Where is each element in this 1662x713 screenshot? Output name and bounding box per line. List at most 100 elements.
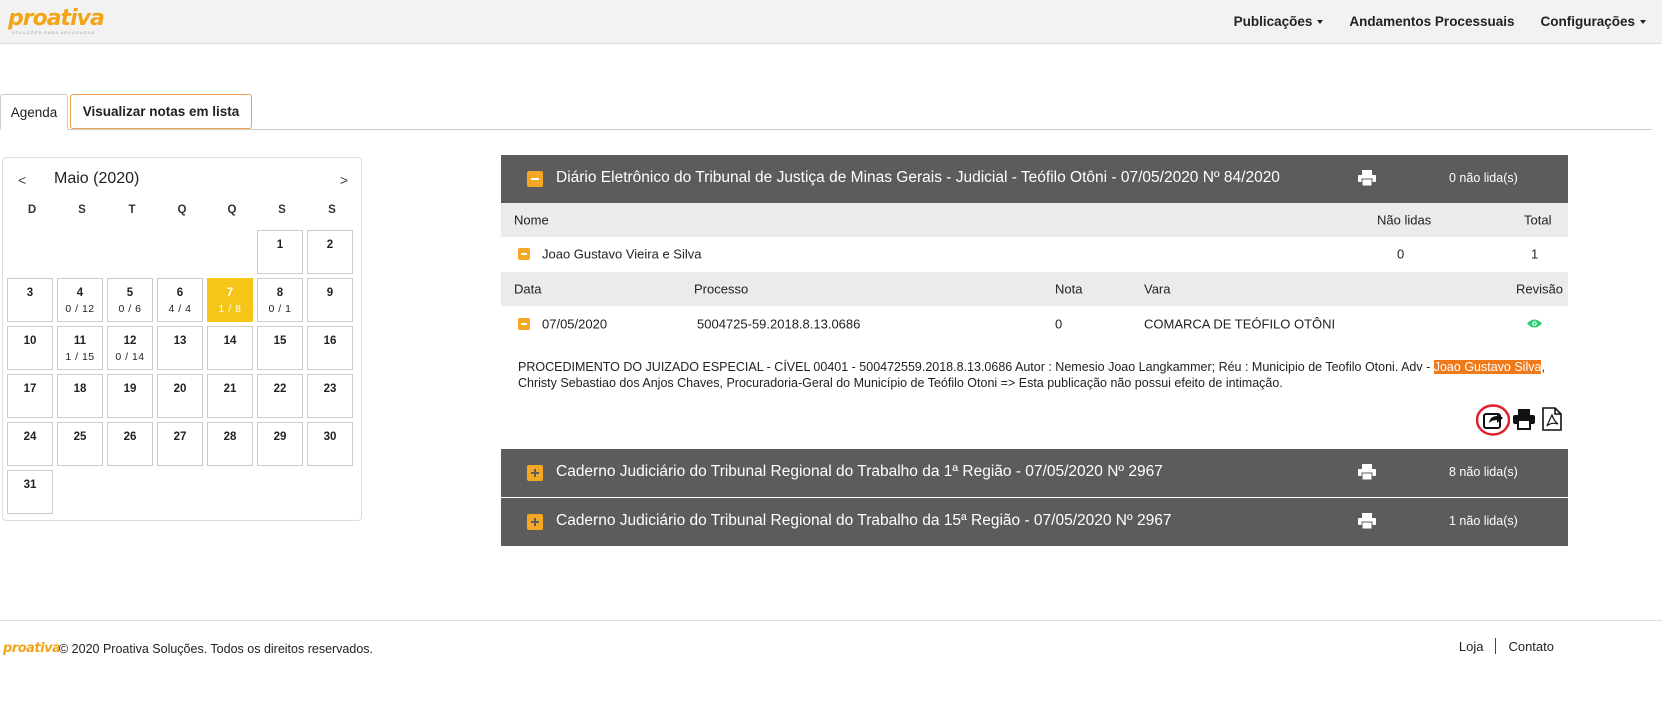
print-icon[interactable] (1513, 408, 1535, 433)
day-count: 1 / 8 (218, 303, 242, 315)
day-number: 17 (23, 383, 37, 395)
footer: proativa © 2020 Proativa Soluções. Todos… (0, 620, 1662, 713)
calendar-day[interactable]: 4 0 / 12 (57, 278, 103, 322)
share-icon[interactable] (1475, 404, 1511, 439)
calendar-day[interactable]: 7 1 / 8 (207, 278, 253, 322)
tab-agenda[interactable]: Agenda (0, 94, 68, 130)
calendar-day[interactable]: 26 (107, 422, 153, 466)
calendar-day[interactable]: 25 (57, 422, 103, 466)
day-number: 10 (23, 335, 37, 347)
calendar-day[interactable]: 2 (307, 230, 353, 274)
calendar-weekdays: D S T Q Q S S (7, 204, 359, 216)
calendar-empty-cell (57, 230, 103, 274)
calendar-day[interactable]: 15 (257, 326, 303, 370)
panel-title: Caderno Judiciário do Tribunal Regional … (556, 512, 1172, 529)
eye-icon[interactable] (1527, 317, 1542, 332)
footer-link-loja[interactable]: Loja (1459, 639, 1484, 654)
nav-configuracoes[interactable]: Configurações (1540, 14, 1646, 29)
nav-links: Publicações Andamentos Processuais Confi… (1234, 14, 1646, 29)
panel-header-trt15[interactable]: Caderno Judiciário do Tribunal Regional … (501, 498, 1568, 546)
col-vara: Vara (1144, 281, 1171, 297)
calendar-prev-button[interactable]: < (18, 172, 26, 188)
calendar-grid: 12340 / 12 5 0 / 664 / 471 / 880 / 1 9 10 11 1… (7, 230, 353, 514)
day-count: 0 / 14 (115, 351, 145, 363)
day-number: 26 (123, 431, 137, 443)
calendar-day[interactable]: 12 0 / 14 (107, 326, 153, 370)
calendar-day[interactable]: 22 (257, 374, 303, 418)
collapse-icon[interactable] (527, 171, 543, 187)
weekday-label: Q (177, 204, 187, 216)
unread-count: 0 não lida(s) (1449, 171, 1518, 185)
weekday-label: S (78, 204, 86, 216)
caret-down-icon (1640, 19, 1646, 24)
calendar-day[interactable]: 8 0 / 1 (257, 278, 303, 322)
calendar-day[interactable]: 30 (307, 422, 353, 466)
col-nota: Nota (1055, 281, 1083, 297)
calendar-day[interactable]: 13 (157, 326, 203, 370)
calendar-day[interactable]: 3 (7, 278, 53, 322)
day-count: 0 / 12 (65, 303, 95, 315)
calendar-day[interactable]: 20 (157, 374, 203, 418)
calendar-day[interactable]: 17 (7, 374, 53, 418)
calendar-day[interactable]: 31 (7, 470, 53, 514)
brand-tagline: SOLUÇÕES PARA ADVOGADOS (12, 30, 96, 35)
calendar-day[interactable]: 6 4 / 4 (157, 278, 203, 322)
calendar-day[interactable]: 28 (207, 422, 253, 466)
expand-icon[interactable] (527, 514, 543, 530)
calendar-next-button[interactable]: > (340, 172, 348, 188)
brand-logo[interactable]: proativa SOLUÇÕES PARA ADVOGADOS (8, 8, 105, 36)
collapse-icon[interactable] (518, 248, 530, 260)
footer-link-contato[interactable]: Contato (1508, 639, 1554, 654)
highlighted-lawyer-name: Joao Gustavo Silva (1433, 360, 1542, 374)
day-number: 18 (73, 383, 87, 395)
day-number: 2 (326, 239, 334, 251)
day-count: 1 / 15 (65, 351, 95, 363)
col-nao-lidas: Não lidas (1377, 212, 1432, 228)
publication-text-before: PROCEDIMENTO DO JUIZADO ESPECIAL - CÍVEL… (518, 360, 1434, 374)
calendar-day[interactable]: 27 (157, 422, 203, 466)
expand-icon[interactable] (527, 465, 543, 481)
calendar-empty-cell (7, 230, 53, 274)
calendar-day[interactable]: 5 0 / 6 (107, 278, 153, 322)
calendar-day[interactable]: 23 (307, 374, 353, 418)
day-number: 13 (173, 335, 187, 347)
day-number: 23 (323, 383, 337, 395)
calendar-day[interactable]: 29 (257, 422, 303, 466)
day-number: 20 (173, 383, 187, 395)
calendar-day[interactable]: 16 (307, 326, 353, 370)
day-number: 29 (273, 431, 287, 443)
calendar-day[interactable]: 10 (7, 326, 53, 370)
day-number: 31 (23, 479, 37, 491)
calendar-day[interactable]: 18 (57, 374, 103, 418)
calendar-day[interactable]: 1 (257, 230, 303, 274)
tab-visualizar-lista[interactable]: Visualizar notas em lista (70, 94, 252, 129)
day-number: 24 (23, 431, 37, 443)
calendar-day[interactable]: 9 (307, 278, 353, 322)
names-table-row[interactable]: Joao Gustavo Vieira e Silva 0 1 (501, 237, 1568, 271)
calendar: < Maio (2020) > D S T Q Q S S 12340 / 12… (2, 157, 362, 521)
calendar-day[interactable]: 21 (207, 374, 253, 418)
nav-publicacoes[interactable]: Publicações (1234, 14, 1324, 29)
printer-icon[interactable] (1358, 170, 1376, 189)
lawyer-name: Joao Gustavo Vieira e Silva (542, 246, 702, 262)
collapse-icon[interactable] (518, 318, 530, 330)
panel-header-trt1[interactable]: Caderno Judiciário do Tribunal Regional … (501, 449, 1568, 497)
weekday-label: S (328, 204, 336, 216)
caret-down-icon (1317, 19, 1324, 24)
pdf-icon[interactable] (1541, 407, 1563, 434)
calendar-day[interactable]: 19 (107, 374, 153, 418)
nav-andamentos[interactable]: Andamentos Processuais (1349, 14, 1514, 29)
names-table-header: Nome Não lidas Total (501, 203, 1568, 237)
printer-icon[interactable] (1358, 513, 1376, 532)
calendar-day[interactable]: 14 (207, 326, 253, 370)
calendar-day[interactable]: 24 (7, 422, 53, 466)
day-number: 4 (76, 287, 84, 299)
day-number: 8 (276, 287, 284, 299)
panel-header-diario-tjmg[interactable]: Diário Eletrônico do Tribunal de Justiça… (501, 155, 1568, 203)
calendar-day[interactable]: 11 1 / 15 (57, 326, 103, 370)
nav-publicacoes-label: Publicações (1233, 14, 1313, 29)
day-number: 27 (173, 431, 187, 443)
printer-icon[interactable] (1358, 464, 1376, 483)
top-navbar: proativa SOLUÇÕES PARA ADVOGADOS Publica… (0, 0, 1662, 44)
pub-table-row[interactable]: 07/05/2020 5004725-59.2018.8.13.0686 0 C… (501, 306, 1568, 342)
